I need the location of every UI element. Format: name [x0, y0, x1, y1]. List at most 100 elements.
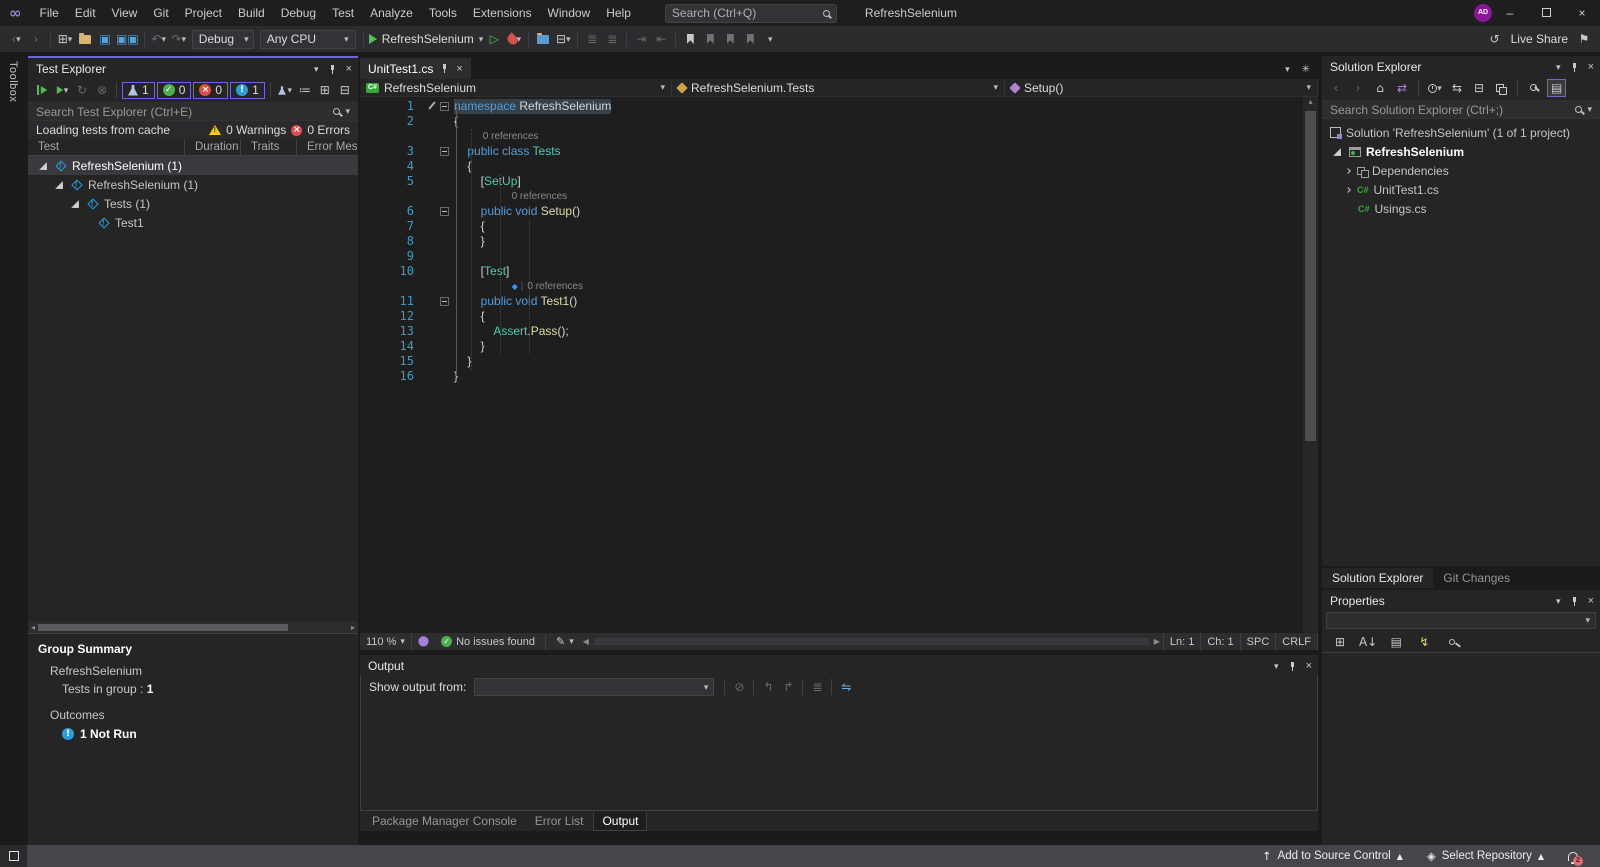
quick-search-input[interactable]: Search (Ctrl+Q) [664, 3, 837, 23]
spaces-indicator[interactable]: SPC [1241, 633, 1277, 650]
close-tab-icon[interactable]: × [456, 63, 462, 75]
live-share-icon[interactable]: ↺ [1486, 30, 1504, 48]
menu-window[interactable]: Window [540, 0, 599, 26]
menu-test[interactable]: Test [324, 0, 362, 26]
close-button[interactable]: × [1564, 0, 1600, 26]
back-icon[interactable]: ‹ [1327, 79, 1345, 97]
panel-tab-git-changes[interactable]: Git Changes [1433, 568, 1520, 588]
switch-views-icon[interactable]: ⇄ [1393, 79, 1411, 97]
warnings-count[interactable]: 0 Warnings [226, 123, 286, 137]
close-icon[interactable]: × [1588, 61, 1594, 73]
code-editor[interactable]: 1namespace RefreshSelenium2{0 references… [360, 97, 1303, 633]
expander-icon[interactable] [71, 199, 79, 208]
test-tree-row[interactable]: ! Test1 [28, 213, 358, 232]
fold-toggle-icon[interactable] [440, 297, 449, 306]
column-indicator[interactable]: Ch: 1 [1201, 633, 1241, 650]
outdent-icon[interactable]: ⇤ [652, 30, 670, 48]
bottom-tab-package-manager-console[interactable]: Package Manager Console [364, 812, 525, 830]
redo-icon[interactable]: ↷ ▾ [170, 30, 188, 48]
word-wrap-icon[interactable]: ⇋ [837, 678, 855, 696]
toggle-bookmark-icon[interactable] [681, 30, 699, 48]
home-icon[interactable]: ⌂ [1371, 79, 1389, 97]
test-tree-row[interactable]: ! RefreshSelenium (1) [28, 156, 358, 175]
codelens-references[interactable]: 0 references [527, 281, 583, 292]
add-to-source-control-button[interactable]: ↑ Add to Source Control ▲ [1250, 849, 1415, 863]
clear-all-icon[interactable]: ≣ [808, 678, 826, 696]
total-tests-filter[interactable]: 1 [122, 81, 155, 99]
solution-platform-dropdown[interactable]: Any CPU ▾ [259, 29, 356, 49]
navigate-back-icon[interactable]: ‹ ▾ [7, 30, 25, 48]
test-explorer-search-input[interactable]: Search Test Explorer (Ctrl+E) ▾ [28, 102, 358, 121]
solution-tree-row[interactable]: C# UnitTest1.cs [1322, 180, 1600, 199]
pending-changes-filter-icon[interactable]: ▾ [1426, 79, 1444, 97]
pin-icon[interactable] [1570, 62, 1579, 73]
menu-tools[interactable]: Tools [421, 0, 465, 26]
categorized-icon[interactable]: ⊞ [1331, 633, 1349, 651]
previous-message-icon[interactable]: ↰ [759, 678, 777, 696]
menu-git[interactable]: Git [145, 0, 176, 26]
scroll-up-icon[interactable]: ▴ [1303, 97, 1318, 106]
close-icon[interactable]: × [1306, 660, 1312, 672]
window-position-icon[interactable]: ▾ [1556, 62, 1561, 73]
expander-icon[interactable] [55, 180, 63, 189]
account-avatar[interactable]: AD [1474, 4, 1492, 22]
fold-toggle-icon[interactable] [440, 147, 449, 156]
fold-toggle-icon[interactable] [440, 102, 449, 111]
show-all-files-icon[interactable]: ▤ [1547, 79, 1567, 97]
bottom-tab-output[interactable]: Output [593, 811, 648, 831]
alphabetical-icon[interactable]: A↓ [1359, 633, 1377, 651]
run-all-tests-icon[interactable] [33, 81, 51, 99]
line-indicator[interactable]: Ln: 1 [1162, 633, 1202, 650]
solution-configuration-dropdown[interactable]: Debug ▾ [191, 29, 254, 49]
menu-build[interactable]: Build [230, 0, 273, 26]
toolbox-tab[interactable]: Toolbox [7, 61, 19, 102]
test-explorer-hscrollbar[interactable]: ◂ ▸ [28, 622, 358, 633]
collapse-all-icon[interactable]: ⊟ [336, 81, 354, 99]
codelens-references[interactable]: 0 references [512, 191, 568, 202]
save-all-icon[interactable]: ▣▣ [116, 30, 139, 48]
line-ending-indicator[interactable]: CRLF [1276, 633, 1318, 650]
menu-debug[interactable]: Debug [273, 0, 324, 26]
project-dropdown[interactable]: C# RefreshSelenium ▾ [360, 79, 672, 96]
toolbar-overflow-icon[interactable]: ▾ [761, 30, 779, 48]
editor-options-icon[interactable]: ✳ [1302, 64, 1310, 75]
expand-all-icon[interactable]: ⊞ [316, 81, 334, 99]
editor-hscrollbar[interactable] [593, 636, 1149, 647]
collapsed-expander-icon[interactable] [1345, 167, 1351, 174]
window-position-icon[interactable]: ▾ [314, 64, 319, 75]
output-source-dropdown[interactable]: ▾ [474, 678, 715, 696]
window-position-icon[interactable]: ▾ [1274, 661, 1279, 672]
solution-explorer-sync-icon[interactable]: ⊟ ▾ [554, 30, 572, 48]
run-tests-icon[interactable]: ▾ [53, 81, 71, 99]
expander-icon[interactable] [39, 161, 47, 170]
close-icon[interactable]: × [1588, 595, 1594, 607]
group-by-icon[interactable]: ▾ [276, 81, 294, 99]
solution-tree-row[interactable]: Dependencies [1322, 161, 1600, 180]
window-position-icon[interactable]: ▾ [1556, 596, 1561, 607]
properties-icon[interactable] [1525, 79, 1543, 97]
select-repository-button[interactable]: ◈ Select Repository ▲ [1415, 849, 1556, 863]
column-traits[interactable]: Traits [240, 139, 296, 155]
intellisense-icon[interactable]: ⬤ [412, 633, 435, 650]
minimize-button[interactable]: – [1492, 0, 1528, 26]
uncomment-icon[interactable]: ≣ [603, 30, 621, 48]
menu-analyze[interactable]: Analyze [362, 0, 421, 26]
cancel-run-icon[interactable]: ⊗ [93, 81, 111, 99]
codelens-references[interactable]: 0 references [483, 131, 539, 142]
errors-count[interactable]: 0 Errors [307, 123, 350, 137]
repeat-last-run-icon[interactable]: ↻ [73, 81, 91, 99]
editor-vscrollbar[interactable]: ▴ [1303, 97, 1318, 633]
scrollbar-thumb[interactable] [38, 624, 289, 631]
property-pages-icon[interactable]: ▤ [1387, 633, 1405, 651]
expander-icon[interactable] [1333, 147, 1341, 156]
forward-icon[interactable]: › [1349, 79, 1367, 97]
scrollbar-thumb[interactable] [1305, 111, 1316, 441]
menu-view[interactable]: View [104, 0, 146, 26]
menu-edit[interactable]: Edit [67, 0, 104, 26]
undo-icon[interactable]: ↶ ▾ [150, 30, 168, 48]
bottom-tab-error-list[interactable]: Error List [527, 812, 592, 830]
scroll-left-icon[interactable]: ◂ [28, 623, 38, 632]
save-icon[interactable]: ▣ [96, 30, 114, 48]
collapsed-expander-icon[interactable] [1345, 186, 1351, 193]
hot-reload-icon[interactable]: ▾ [504, 30, 523, 48]
